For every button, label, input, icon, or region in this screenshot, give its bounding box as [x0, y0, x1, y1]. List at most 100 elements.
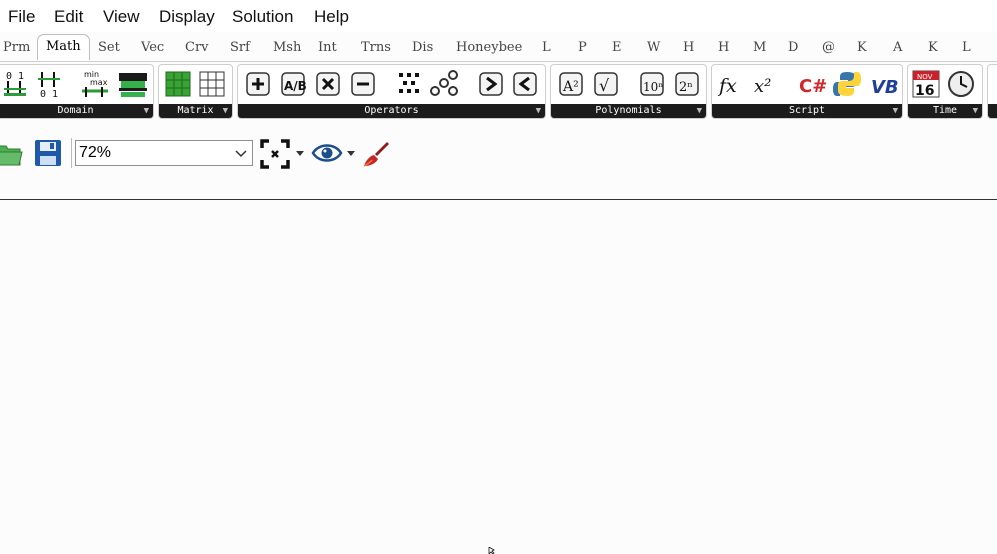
- expression-icon[interactable]: fx: [717, 69, 747, 99]
- svg-text:0 1: 0 1: [6, 71, 24, 82]
- panel-domain: 0 1 0 1 min max Domain ▼: [0, 64, 154, 119]
- relative-differences-icon[interactable]: [429, 69, 459, 99]
- python-icon[interactable]: [832, 69, 862, 99]
- panel-expand-icon[interactable]: ▼: [536, 104, 541, 118]
- tab-set[interactable]: Set: [98, 40, 120, 55]
- panel-script-label: Script: [788, 105, 826, 116]
- svg-text:√: √: [599, 76, 610, 95]
- tab-l[interactable]: L: [542, 40, 551, 55]
- tab-k[interactable]: K: [857, 40, 867, 55]
- vb-script-icon[interactable]: VB: [869, 69, 899, 99]
- tab-w[interactable]: W: [647, 40, 660, 55]
- menu-file[interactable]: File: [8, 7, 35, 27]
- tab-h-2[interactable]: H: [718, 40, 729, 55]
- power-of-2-icon[interactable]: 2ⁿ: [672, 69, 702, 99]
- csharp-icon[interactable]: C#: [797, 69, 827, 99]
- bounds-icon[interactable]: 0 1: [2, 69, 32, 99]
- toolbar-divider: [71, 138, 72, 168]
- tab-e[interactable]: E: [612, 40, 622, 55]
- panel-expand-icon[interactable]: ▼: [697, 104, 702, 118]
- tab-h[interactable]: H: [683, 40, 694, 55]
- panel-polynomials: A² √ 10ⁿ 2ⁿ Polynomials ▼: [550, 64, 707, 119]
- menu-display[interactable]: Display: [159, 7, 215, 27]
- canvas-toolbar: 72%: [0, 134, 997, 172]
- zoom-extents-dropdown-icon[interactable]: [296, 151, 304, 157]
- panel-matrix-label: Matrix: [177, 105, 214, 116]
- power-icon[interactable]: A²: [556, 69, 586, 99]
- menu-view[interactable]: View: [103, 7, 140, 27]
- tab-msh[interactable]: Msh: [273, 40, 301, 55]
- panel-expand-icon[interactable]: ▼: [893, 104, 898, 118]
- division-icon[interactable]: A/B: [278, 69, 308, 99]
- panel-domain-label: Domain: [57, 105, 94, 116]
- zoom-value: 72%: [79, 144, 112, 161]
- tab-vec[interactable]: Vec: [141, 40, 164, 55]
- tab-k-2[interactable]: K: [928, 40, 938, 55]
- subtraction-icon[interactable]: [348, 69, 378, 99]
- remap-numbers-icon[interactable]: min max: [80, 69, 110, 99]
- panel-time-label: Time: [932, 105, 958, 116]
- zoom-extents-icon[interactable]: [260, 139, 290, 169]
- open-file-icon[interactable]: [0, 138, 24, 168]
- tab-at[interactable]: @: [822, 40, 835, 55]
- tab-math[interactable]: Math: [37, 34, 90, 60]
- larger-than-icon[interactable]: [476, 69, 506, 99]
- svg-text:10ⁿ: 10ⁿ: [643, 80, 663, 94]
- panel-time: NOV 16 Time ▼: [907, 64, 983, 119]
- clock-icon[interactable]: [946, 69, 976, 99]
- panel-matrix: Matrix ▼: [158, 64, 233, 119]
- tab-honeybee[interactable]: Honeybee: [456, 40, 522, 55]
- zoom-dropdown[interactable]: 72%: [75, 140, 253, 166]
- tab-d[interactable]: D: [788, 40, 798, 55]
- menu-edit[interactable]: Edit: [54, 7, 83, 27]
- svg-text:x²: x²: [754, 76, 771, 97]
- preview-dropdown-icon[interactable]: [347, 151, 355, 157]
- tab-trns[interactable]: Trns: [361, 40, 391, 55]
- menu-solution[interactable]: Solution: [232, 7, 293, 27]
- power-of-10-icon[interactable]: 10ⁿ: [637, 69, 667, 99]
- matrix-icon[interactable]: [163, 69, 193, 99]
- component-ribbon: 0 1 0 1 min max Domain ▼ Matrix ▼ A/B Op…: [0, 62, 997, 122]
- chevron-down-icon: [235, 150, 247, 158]
- tab-crv[interactable]: Crv: [185, 40, 209, 55]
- panel-expand-icon[interactable]: ▼: [223, 104, 228, 118]
- tab-dis[interactable]: Dis: [412, 40, 433, 55]
- panel-operators-label: Operators: [364, 105, 419, 116]
- consecutive-domains-icon[interactable]: [118, 69, 148, 99]
- tab-srf[interactable]: Srf: [230, 40, 250, 55]
- multiplication-icon[interactable]: [313, 69, 343, 99]
- definition-canvas[interactable]: [0, 199, 997, 554]
- tab-a[interactable]: A: [893, 40, 902, 55]
- construct-domain-icon[interactable]: 0 1: [36, 69, 66, 99]
- sketch-brush-icon[interactable]: [360, 139, 390, 169]
- menu-help[interactable]: Help: [314, 7, 349, 27]
- tab-p[interactable]: P: [578, 40, 587, 55]
- svg-text:fx: fx: [717, 75, 737, 97]
- svg-text:max: max: [90, 78, 108, 87]
- svg-text:A²: A²: [562, 79, 579, 95]
- smaller-than-icon[interactable]: [510, 69, 540, 99]
- panel-script: fx x² C# VB Script ▼: [711, 64, 903, 119]
- evaluate-icon[interactable]: x²: [752, 69, 782, 99]
- tab-prm[interactable]: Prm: [3, 40, 30, 55]
- tab-l-2[interactable]: L: [962, 40, 971, 55]
- component-tabs: Prm Math Set Vec Crv Srf Msh Int Trns Di…: [0, 34, 997, 62]
- panel-expand-icon[interactable]: ▼: [973, 104, 978, 118]
- panel-next-partial: [987, 64, 997, 119]
- svg-text:C#: C#: [799, 76, 827, 97]
- tab-m[interactable]: M: [753, 40, 766, 55]
- mass-addition-icon[interactable]: [394, 69, 424, 99]
- panel-operators: A/B Operators ▼: [237, 64, 546, 119]
- square-root-icon[interactable]: √: [591, 69, 621, 99]
- tab-int[interactable]: Int: [318, 40, 337, 55]
- svg-text:0 1: 0 1: [40, 89, 58, 99]
- svg-text:VB: VB: [871, 77, 899, 98]
- save-file-icon[interactable]: [33, 138, 63, 168]
- deconstruct-matrix-icon[interactable]: [197, 69, 227, 99]
- calendar-icon[interactable]: NOV 16: [911, 69, 941, 99]
- svg-text:16: 16: [915, 83, 934, 99]
- svg-text:A/B: A/B: [284, 79, 307, 93]
- preview-eye-icon[interactable]: [311, 141, 343, 165]
- addition-icon[interactable]: [243, 69, 273, 99]
- panel-expand-icon[interactable]: ▼: [144, 104, 149, 118]
